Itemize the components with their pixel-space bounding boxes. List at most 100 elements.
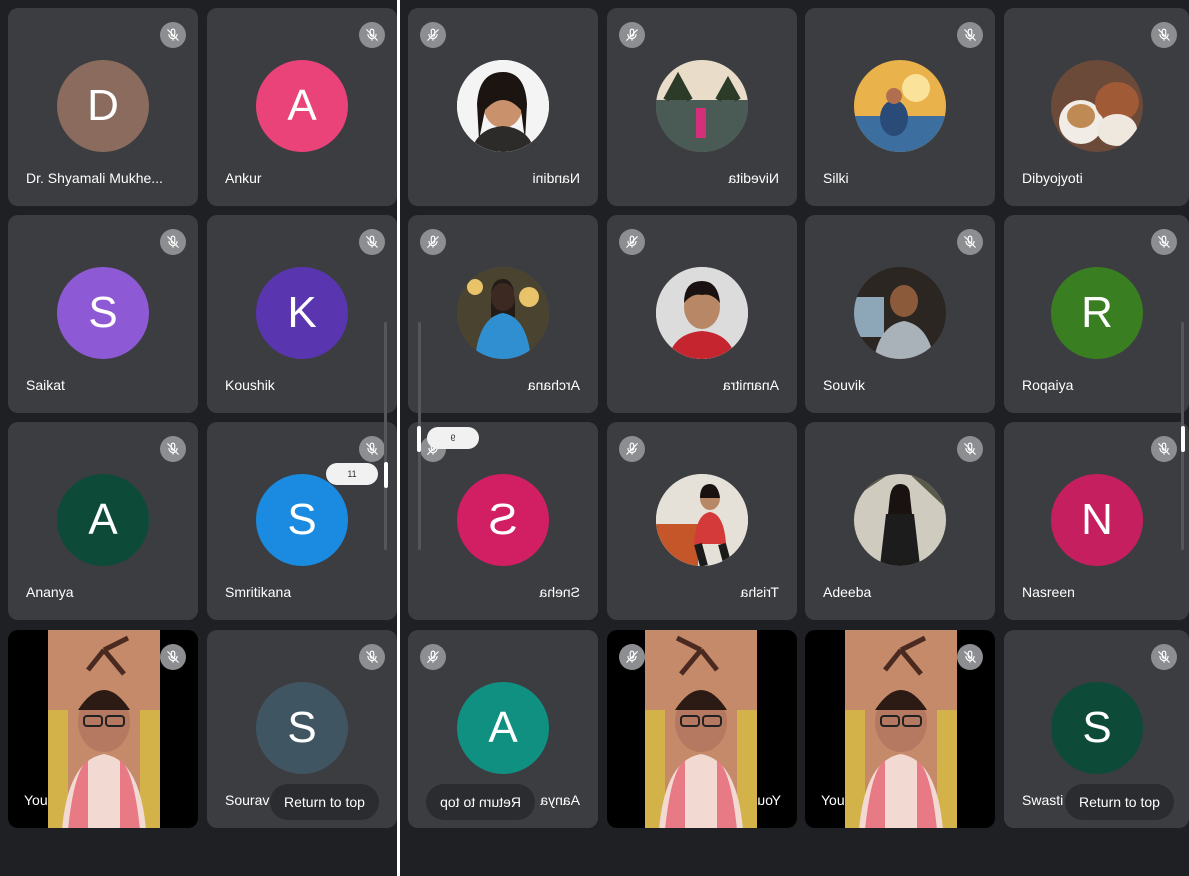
mirrored-grid: Nandini Nivedita Archana Anamitra S Sneh… (400, 0, 797, 876)
mic-off-icon (1151, 229, 1177, 255)
self-view-tile[interactable]: You (8, 630, 198, 828)
return-to-top-button[interactable]: Return to top (1065, 784, 1174, 820)
mic-off-icon (420, 644, 446, 670)
avatar (854, 267, 946, 359)
participant-name: Dr. Shyamali Mukhe... (26, 170, 163, 186)
participant-name: Nandini (532, 170, 580, 186)
participant-tile[interactable]: A Ananya (8, 422, 198, 620)
participant-tile[interactable]: Souvik (805, 215, 995, 413)
participant-name: Anamitra (722, 377, 779, 393)
scrollbar-thumb[interactable] (384, 462, 388, 488)
participant-name: Nasreen (1022, 584, 1075, 600)
mic-off-icon (619, 436, 645, 462)
participant-name: Koushik (225, 377, 275, 393)
participant-name: Adeeba (823, 584, 872, 600)
mic-off-icon (160, 644, 186, 670)
mic-off-icon (160, 22, 186, 48)
bottom-bar (797, 832, 1189, 876)
mic-off-icon (160, 229, 186, 255)
self-camera-feed (645, 630, 757, 828)
avatar: S (256, 474, 348, 566)
participant-tile[interactable]: Nandini (408, 8, 598, 206)
self-camera-feed (845, 630, 957, 828)
mic-off-icon (1151, 644, 1177, 670)
avatar: D (57, 60, 149, 152)
participant-tile[interactable]: Silki (805, 8, 995, 206)
avatar (656, 474, 748, 566)
avatar (854, 474, 946, 566)
mic-off-icon (957, 22, 983, 48)
avatar (457, 60, 549, 152)
participant-tile[interactable]: Anamitra (607, 215, 797, 413)
mic-off-icon (359, 229, 385, 255)
participant-name: Souvik (823, 377, 866, 393)
self-view-tile[interactable]: You (607, 630, 797, 828)
participant-name: Roqaiya (1022, 377, 1074, 393)
participant-name: Silki (823, 170, 849, 186)
avatar: A (457, 682, 549, 774)
participant-tile[interactable]: A Ankur (207, 8, 397, 206)
participant-tile[interactable]: S Smritikana (207, 422, 397, 620)
participant-name: Swasti (1022, 792, 1064, 808)
avatar: A (57, 474, 149, 566)
scrollbar-track[interactable] (384, 322, 387, 550)
participant-tile[interactable]: S Sneha (408, 422, 598, 620)
return-to-top-button[interactable]: Return to top (426, 784, 535, 820)
meeting-grid-panel-1: D Dr. Shyamali Mukhe... A Ankur S Saikat… (0, 0, 397, 876)
self-view-tile[interactable]: You (805, 630, 995, 828)
mic-off-icon (1151, 436, 1177, 462)
participant-name: You (757, 792, 781, 808)
avatar (854, 60, 946, 152)
avatar (457, 267, 549, 359)
participant-name: Nivedita (728, 170, 779, 186)
avatar (656, 267, 748, 359)
participant-tile[interactable]: Adeeba (805, 422, 995, 620)
participant-tile[interactable]: R Roqaiya (1004, 215, 1189, 413)
mic-off-icon (1151, 22, 1177, 48)
participant-name: Ankur (225, 170, 262, 186)
mic-off-icon (957, 229, 983, 255)
participant-name: Aanya (540, 792, 580, 808)
mic-off-icon (420, 22, 446, 48)
mic-off-icon (359, 644, 385, 670)
mic-off-icon (957, 644, 983, 670)
participant-name: You (24, 792, 48, 808)
participant-name: Archana (527, 377, 580, 393)
participant-tile[interactable]: Trisha (607, 422, 797, 620)
mic-off-icon (359, 436, 385, 462)
participant-tile[interactable]: Nivedita (607, 8, 797, 206)
participant-name: Smritikana (225, 584, 292, 600)
participant-tile[interactable]: K Koushik (207, 215, 397, 413)
avatar: R (1051, 267, 1143, 359)
mic-off-icon (619, 22, 645, 48)
avatar: S (57, 267, 149, 359)
mic-off-icon (359, 22, 385, 48)
participant-tile[interactable]: D Dr. Shyamali Mukhe... (8, 8, 198, 206)
avatar: K (256, 267, 348, 359)
avatar: A (256, 60, 348, 152)
participant-name: Saikat (26, 377, 65, 393)
avatar: S (457, 474, 549, 566)
participant-name: Ananya (26, 584, 74, 600)
scrollbar-thumb[interactable] (1181, 426, 1185, 452)
participant-name: Sneha (539, 584, 580, 600)
return-to-top-button[interactable]: Return to top (270, 784, 379, 820)
mic-off-icon (160, 436, 186, 462)
participant-tile[interactable]: Archana (408, 215, 598, 413)
bottom-bar (400, 832, 797, 876)
mic-off-icon (420, 229, 446, 255)
participant-name: You (821, 792, 845, 808)
scrollbar-thumb[interactable] (417, 426, 421, 452)
meeting-grid-panel-3: Silki Dibyojyoti Souvik R Roqaiya Adeeba… (797, 0, 1189, 876)
avatar: S (256, 682, 348, 774)
page-indicator: 11 (326, 463, 378, 485)
mic-off-icon (957, 436, 983, 462)
meeting-grid-panel-2: Nandini Nivedita Archana Anamitra S Sneh… (400, 0, 797, 876)
bottom-bar (0, 832, 397, 876)
participant-name: Sourav (225, 792, 270, 808)
page-indicator: 9 (427, 427, 479, 449)
participant-tile[interactable]: Dibyojyoti (1004, 8, 1189, 206)
participant-tile[interactable]: N Nasreen (1004, 422, 1189, 620)
avatar: S (1051, 682, 1143, 774)
participant-tile[interactable]: S Saikat (8, 215, 198, 413)
